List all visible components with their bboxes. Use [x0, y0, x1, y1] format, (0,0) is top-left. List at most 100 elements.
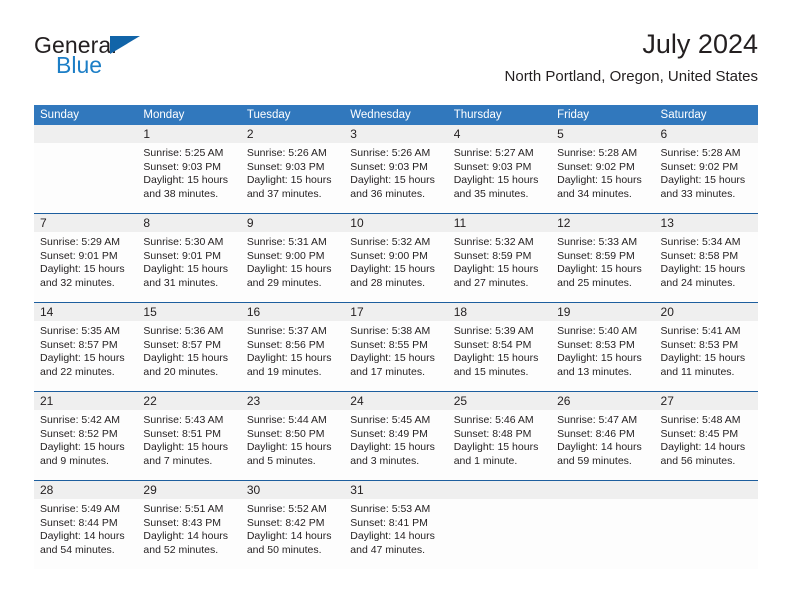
general-blue-logo[interactable]: General Blue	[34, 32, 184, 84]
day-cell[interactable]: Sunrise: 5:33 AM Sunset: 8:59 PM Daylight:…	[551, 232, 654, 302]
day-number[interactable]: 18	[448, 303, 551, 321]
day-of-week-label-thursday: Thursday	[453, 109, 502, 121]
day-number[interactable]: 17	[344, 303, 447, 321]
daylight-text: Daylight: 15 hours and 24 minutes.	[660, 263, 746, 289]
day-cell[interactable]: Sunrise: 5:44 AM Sunset: 8:50 PM Daylight:…	[241, 410, 344, 480]
sunrise-text: Sunrise: 5:34 AM	[660, 236, 741, 248]
day-number[interactable]: 7	[34, 214, 137, 232]
sunrise-text: Sunrise: 5:51 AM	[143, 503, 224, 515]
daylight-text: Daylight: 15 hours and 1 minute.	[453, 441, 539, 467]
calendar-week-row: 14 15 16 17 18 19 20 Sunrise: 5:35 AM Sunset: 8:…	[34, 302, 758, 391]
day-cell[interactable]: Sunrise: 5:40 AM Sunset: 8:53 PM Daylight:…	[551, 321, 654, 391]
sunrise-text: Sunrise: 5:30 AM	[143, 236, 224, 248]
day-cell[interactable]: Sunrise: 5:39 AM Sunset: 8:54 PM Daylight:…	[448, 321, 551, 391]
day-of-week-label-friday: Friday	[557, 109, 590, 121]
day-number[interactable]: 15	[137, 303, 240, 321]
day-number[interactable]: 2	[241, 125, 344, 143]
day-cell[interactable]: Sunrise: 5:51 AM Sunset: 8:43 PM Daylight:…	[137, 499, 240, 569]
day-cell[interactable]: Sunrise: 5:26 AM Sunset: 9:03 PM Daylight:…	[241, 143, 344, 213]
day-number[interactable]: 24	[344, 392, 447, 410]
sunrise-text: Sunrise: 5:25 AM	[143, 147, 224, 159]
sunset-text: Sunset: 8:51 PM	[143, 427, 222, 440]
day-cell[interactable]: Sunrise: 5:28 AM Sunset: 9:02 PM Daylight:…	[655, 143, 758, 213]
day-cell[interactable]: Sunrise: 5:29 AM Sunset: 9:01 PM Daylight:…	[34, 232, 137, 302]
day-cell[interactable]: Sunrise: 5:32 AM Sunset: 9:00 PM Daylight:…	[344, 232, 447, 302]
daylight-text: Daylight: 15 hours and 19 minutes.	[246, 352, 332, 378]
daylight-text: Daylight: 15 hours and 28 minutes.	[350, 263, 435, 289]
title-block: July 2024 North Portland, Oregon, United…	[505, 28, 758, 86]
day-cell[interactable]: Sunrise: 5:34 AM Sunset: 8:58 PM Daylight:…	[655, 232, 758, 302]
daylight-text: Daylight: 15 hours and 17 minutes.	[350, 352, 435, 378]
sunset-text: Sunset: 9:00 PM	[246, 249, 325, 262]
day-cell[interactable]: Sunrise: 5:42 AM Sunset: 8:52 PM Daylight:…	[34, 410, 137, 480]
day-cell[interactable]: Sunrise: 5:45 AM Sunset: 8:49 PM Daylight:…	[344, 410, 447, 480]
day-number[interactable]: 9	[241, 214, 344, 232]
daylight-text: Daylight: 15 hours and 11 minutes.	[660, 352, 746, 378]
sunrise-text: Sunrise: 5:27 AM	[453, 147, 534, 159]
day-number[interactable]: 14	[34, 303, 137, 321]
day-number[interactable]: 30	[241, 481, 344, 499]
day-cell[interactable]: Sunrise: 5:25 AM Sunset: 9:03 PM Daylight:…	[137, 143, 240, 213]
day-number[interactable]: 1	[137, 125, 240, 143]
day-cell[interactable]: Sunrise: 5:35 AM Sunset: 8:57 PM Daylight:…	[34, 321, 137, 391]
sunset-text: Sunset: 8:50 PM	[246, 427, 325, 440]
daylight-text: Daylight: 14 hours and 52 minutes.	[143, 530, 229, 556]
day-number[interactable]: 12	[551, 214, 654, 232]
day-number[interactable]: 23	[241, 392, 344, 410]
day-number[interactable]: 3	[344, 125, 447, 143]
day-of-week-header: Sunday Monday Tuesday Wednesday Thursday Frid…	[34, 105, 758, 125]
sunrise-text: Sunrise: 5:26 AM	[350, 147, 431, 159]
day-number[interactable]: 27	[655, 392, 758, 410]
day-cell[interactable]: Sunrise: 5:28 AM Sunset: 9:02 PM Daylight:…	[551, 143, 654, 213]
sunset-text: Sunset: 8:54 PM	[453, 338, 532, 351]
day-cell[interactable]: Sunrise: 5:53 AM Sunset: 8:41 PM Daylight:…	[344, 499, 447, 569]
day-number[interactable]: 25	[448, 392, 551, 410]
day-number[interactable]: 21	[34, 392, 137, 410]
day-cell[interactable]: Sunrise: 5:36 AM Sunset: 8:57 PM Daylight:…	[137, 321, 240, 391]
day-number[interactable]: 29	[137, 481, 240, 499]
day-cell[interactable]: Sunrise: 5:48 AM Sunset: 8:45 PM Daylight:…	[655, 410, 758, 480]
sunset-text: Sunset: 9:02 PM	[660, 160, 739, 173]
day-number[interactable]: 10	[344, 214, 447, 232]
day-number[interactable]: 26	[551, 392, 654, 410]
sunset-text: Sunset: 9:03 PM	[350, 160, 428, 173]
day-number[interactable]: 31	[344, 481, 447, 499]
day-cell[interactable]: Sunrise: 5:52 AM Sunset: 8:42 PM Daylight:…	[241, 499, 344, 569]
day-number[interactable]: 16	[241, 303, 344, 321]
day-cell[interactable]: Sunrise: 5:26 AM Sunset: 9:03 PM Daylight:…	[344, 143, 447, 213]
day-cell[interactable]: Sunrise: 5:38 AM Sunset: 8:55 PM Daylight:…	[344, 321, 447, 391]
day-number[interactable]: 5	[551, 125, 654, 143]
day-cell[interactable]: Sunrise: 5:27 AM Sunset: 9:03 PM Daylight:…	[448, 143, 551, 213]
day-number[interactable]: 28	[34, 481, 137, 499]
sunrise-text: Sunrise: 5:41 AM	[660, 325, 741, 337]
daylight-text: Daylight: 15 hours and 15 minutes.	[453, 352, 539, 378]
sunset-text: Sunset: 9:00 PM	[350, 249, 428, 262]
day-cell[interactable]: Sunrise: 5:47 AM Sunset: 8:46 PM Daylight:…	[551, 410, 654, 480]
location-subtitle: North Portland, Oregon, United States	[504, 68, 758, 85]
sunset-text: Sunset: 8:57 PM	[40, 338, 118, 351]
day-number[interactable]: 22	[137, 392, 240, 410]
day-number-band: 7 8 9 10 11 12 13	[34, 214, 758, 232]
day-cell[interactable]: Sunrise: 5:37 AM Sunset: 8:56 PM Daylight:…	[241, 321, 344, 391]
calendar-weeks: 1 2 3 4 5 6 Sunrise: 5:25 AM Sunset: 9:03 PM Day…	[34, 125, 758, 569]
day-cell[interactable]: Sunrise: 5:46 AM Sunset: 8:48 PM Daylight:…	[448, 410, 551, 480]
daylight-text: Daylight: 14 hours and 59 minutes.	[557, 441, 642, 467]
day-number[interactable]: 11	[448, 214, 551, 232]
day-cell[interactable]: Sunrise: 5:43 AM Sunset: 8:51 PM Daylight:…	[137, 410, 240, 480]
sunset-text: Sunset: 9:03 PM	[453, 160, 532, 173]
sunset-text: Sunset: 8:49 PM	[350, 427, 428, 440]
sunset-text: Sunset: 8:48 PM	[453, 427, 532, 440]
day-cell[interactable]: Sunrise: 5:30 AM Sunset: 9:01 PM Daylight:…	[137, 232, 240, 302]
day-cell[interactable]: Sunrise: 5:41 AM Sunset: 8:53 PM Daylight:…	[655, 321, 758, 391]
day-number[interactable]: 19	[551, 303, 654, 321]
day-number[interactable]: 6	[655, 125, 758, 143]
sunset-text: Sunset: 8:53 PM	[660, 338, 739, 351]
day-number[interactable]: 20	[655, 303, 758, 321]
day-cell[interactable]: Sunrise: 5:31 AM Sunset: 9:00 PM Daylight:…	[241, 232, 344, 302]
day-number[interactable]: 4	[448, 125, 551, 143]
day-number[interactable]: 8	[137, 214, 240, 232]
day-cell[interactable]: Sunrise: 5:32 AM Sunset: 8:59 PM Daylight:…	[448, 232, 551, 302]
day-cell[interactable]: Sunrise: 5:49 AM Sunset: 8:44 PM Daylight:…	[34, 499, 137, 569]
daylight-text: Daylight: 15 hours and 33 minutes.	[660, 174, 746, 200]
day-number[interactable]: 13	[655, 214, 758, 232]
